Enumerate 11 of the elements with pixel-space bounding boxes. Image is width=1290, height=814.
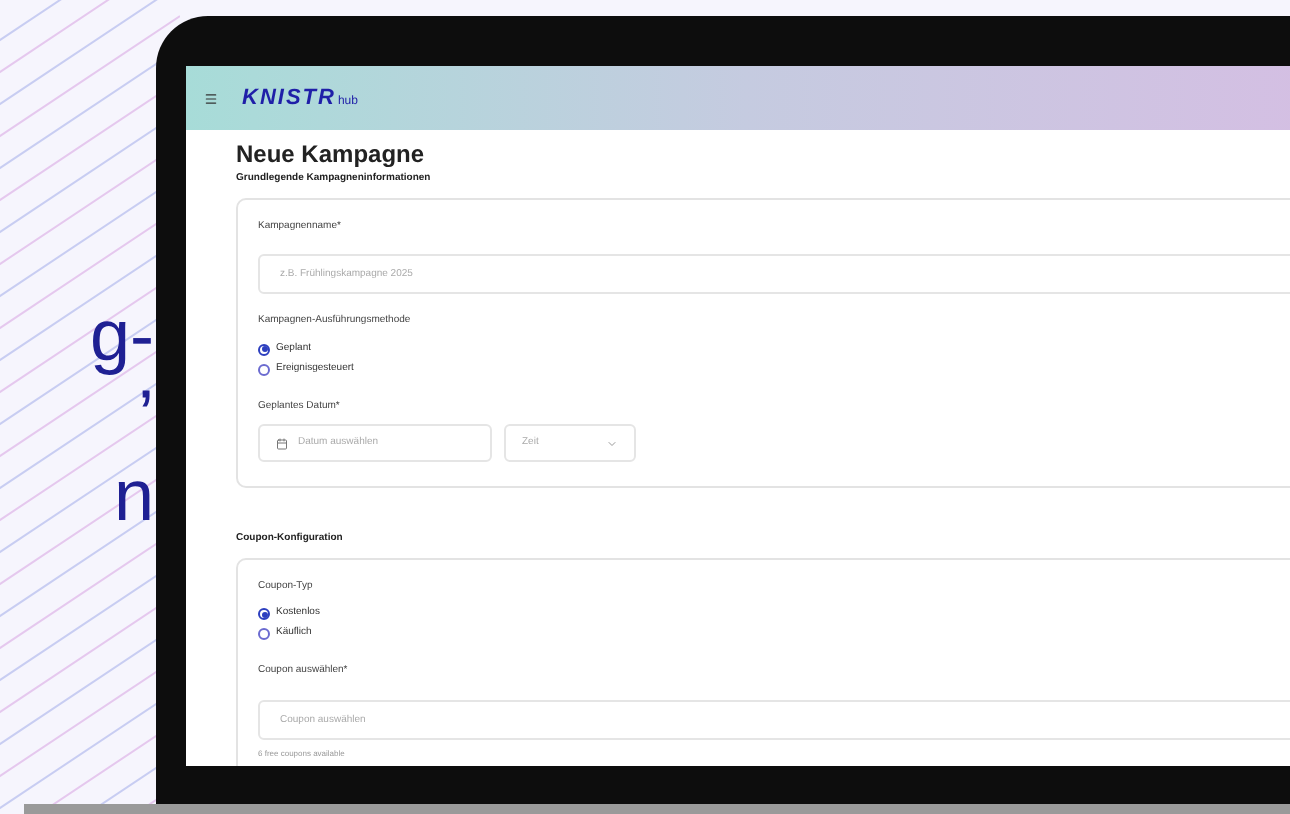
menu-icon[interactable] <box>204 91 218 105</box>
radio-button[interactable] <box>258 608 270 620</box>
radio-button[interactable] <box>258 363 270 375</box>
page-title: Neue Kampagne <box>236 140 427 168</box>
chevron-down-icon <box>606 437 618 449</box>
radio-button[interactable] <box>258 628 270 640</box>
headline-text-fragment: ’ <box>138 376 156 456</box>
headline-text-fragment: g- <box>87 296 156 376</box>
headline-text-fragment: n <box>111 456 156 536</box>
radio-button[interactable] <box>258 343 270 355</box>
calendar-icon <box>276 437 288 449</box>
